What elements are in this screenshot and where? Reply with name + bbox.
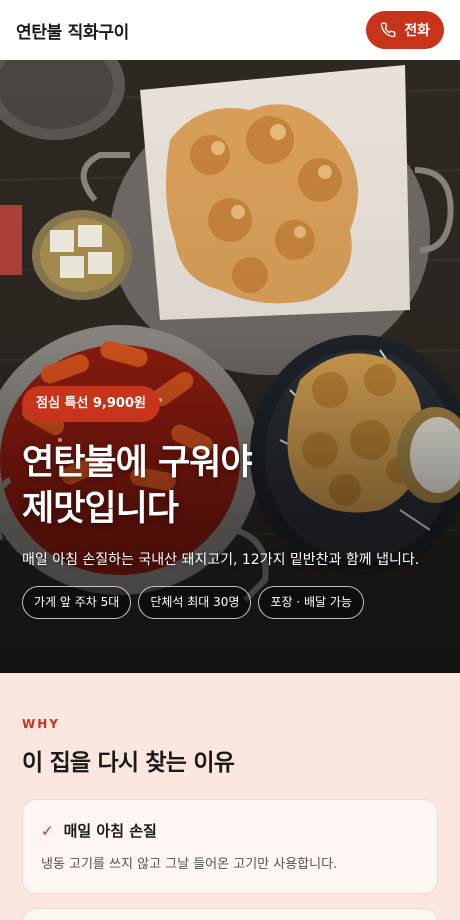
hero-title: 연탄불에 구워야 제맛입니다 (22, 443, 253, 529)
why-section: WHY 이 집을 다시 찾는 이유 ✓ 매일 아침 손질 냉동 고기를 쓰지 않… (0, 673, 460, 920)
section-eyebrow: WHY (22, 717, 60, 731)
chip-takeout-delivery: 포장 · 배달 가능 (258, 586, 364, 619)
chip-group-seating: 단체석 최대 30명 (138, 586, 252, 619)
reason-card-header: ✓ 매일 아침 손질 (41, 820, 419, 841)
feature-chips: 가게 앞 주차 5대 단체석 최대 30명 포장 · 배달 가능 (22, 586, 442, 619)
hero-content: 점심 특선 9,900원 연탄불에 구워야 제맛입니다 매일 아침 손질하는 국… (22, 386, 442, 619)
hero-section: 점심 특선 9,900원 연탄불에 구워야 제맛입니다 매일 아침 손질하는 국… (0, 60, 460, 673)
phone-icon (380, 22, 396, 38)
reason-card-title: 매일 아침 손질 (63, 822, 157, 840)
promo-badge: 점심 특선 9,900원 (22, 386, 160, 422)
check-icon: ✓ (41, 821, 54, 840)
reason-card-body: 냉동 고기를 쓰지 않고 그날 들어온 고기만 사용합니다. (41, 857, 338, 872)
reason-card-next (22, 908, 438, 920)
hero-description: 매일 아침 손질하는 국내산 돼지고기, 12가지 밑반찬과 함께 냅니다. (22, 552, 420, 568)
chip-parking: 가게 앞 주차 5대 (22, 586, 132, 619)
call-button-label: 전화 (404, 23, 430, 39)
reason-card: ✓ 매일 아침 손질 냉동 고기를 쓰지 않고 그날 들어온 고기만 사용합니다… (22, 799, 438, 894)
brand-name[interactable]: 연탄불 직화구이 (16, 18, 129, 43)
section-title: 이 집을 다시 찾는 이유 (22, 750, 235, 776)
call-button[interactable]: 전화 (366, 11, 444, 49)
top-header: 연탄불 직화구이 전화 (0, 0, 460, 60)
